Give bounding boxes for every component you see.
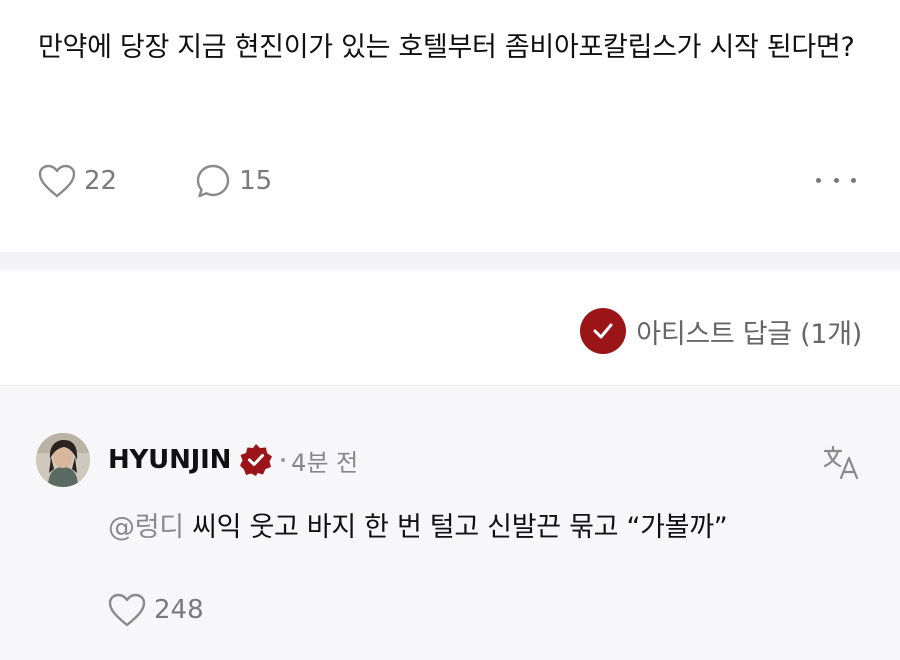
- speech-bubble-icon: [196, 164, 230, 198]
- translate-icon: [823, 445, 859, 480]
- verified-badge-icon: [240, 444, 273, 476]
- comment-button[interactable]: 15: [195, 163, 272, 199]
- comment-like-button[interactable]: 248: [108, 593, 204, 627]
- comment-text: 씨익 웃고 바지 한 번 털고 신발끈 묶고 “가볼까”: [192, 512, 728, 543]
- comment-author[interactable]: HYUNJIN: [108, 445, 231, 475]
- artist-reply-row: 아티스트 답글 (1개): [0, 270, 900, 386]
- comment-author-line: HYUNJIN 4분 전: [108, 443, 358, 477]
- post-text: 만약에 당장 지금 현진이가 있는 호텔부터 좀비아포칼립스가 시작 된다면?: [38, 32, 855, 63]
- more-dot: [851, 177, 856, 183]
- separator-dot: [281, 458, 286, 462]
- comment-count: 15: [239, 166, 273, 196]
- heart-icon: [38, 164, 76, 198]
- artist-reply-label: 아티스트 답글 (1개): [636, 318, 862, 350]
- like-count: 22: [84, 166, 118, 196]
- avatar-image: [36, 433, 90, 487]
- avatar[interactable]: [36, 433, 90, 487]
- heart-icon: [108, 593, 146, 627]
- comment-body: @렁디 씨익 웃고 바지 한 번 털고 신발끈 묶고 “가볼까”: [108, 505, 728, 544]
- section-divider: [0, 252, 900, 270]
- post: 만약에 당장 지금 현진이가 있는 호텔부터 좀비아포칼립스가 시작 된다면? …: [0, 0, 900, 252]
- artist-reply-toggle[interactable]: 아티스트 답글 (1개): [580, 308, 862, 354]
- translate-button[interactable]: [822, 443, 860, 481]
- artist-comment: HYUNJIN 4분 전 @렁디 씨익 웃고 바지 한 번 털고 신발끈 묶고 …: [0, 387, 900, 660]
- check-icon: [593, 323, 613, 339]
- mention-link[interactable]: @렁디: [108, 512, 184, 543]
- more-dot: [833, 177, 839, 183]
- artist-reply-badge: [580, 308, 627, 354]
- post-actions: 22 15: [38, 160, 272, 202]
- like-button[interactable]: 22: [38, 164, 117, 198]
- more-options-button[interactable]: [816, 170, 856, 190]
- comment-like-count: 248: [154, 595, 204, 625]
- more-dot: [816, 177, 821, 183]
- comment-time: 4분 전: [291, 448, 359, 477]
